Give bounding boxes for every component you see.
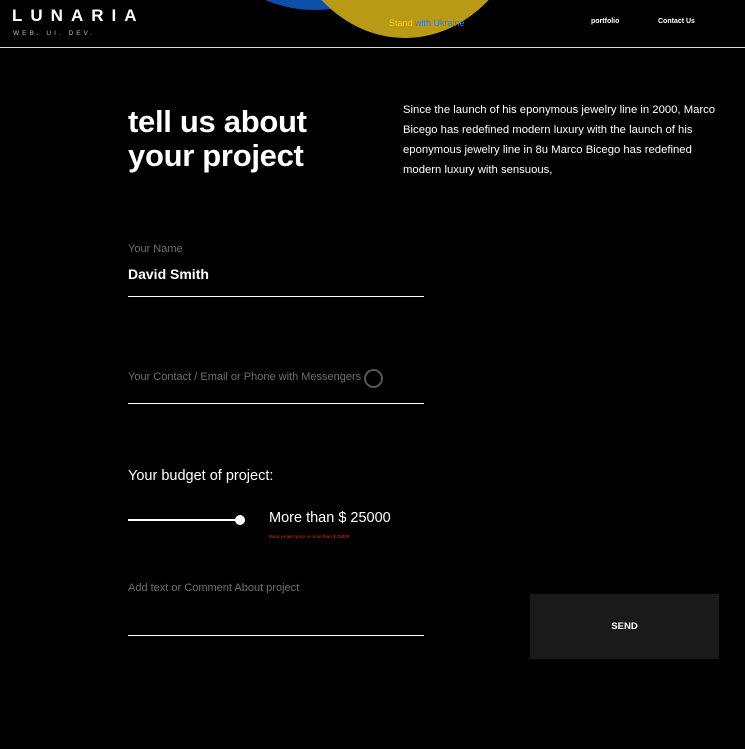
budget-slider-track[interactable] bbox=[128, 519, 240, 521]
budget-note: Basic project price is more than $ 25000 bbox=[269, 534, 350, 539]
site-header: LUNARIA WEB. UI. DEV. Stand with Ukraine… bbox=[0, 0, 745, 48]
nav-portfolio-link[interactable]: portfolio bbox=[591, 18, 619, 25]
contact-input[interactable]: Your Contact / Email or Phone with Messe… bbox=[128, 371, 361, 383]
comment-input-underline bbox=[128, 635, 424, 636]
budget-slider-thumb[interactable] bbox=[235, 515, 245, 525]
title-line-2: your project bbox=[128, 138, 304, 173]
nav-contact-link[interactable]: Contact Us bbox=[658, 18, 695, 25]
intro-paragraph: Since the launch of his eponymous jewelr… bbox=[403, 104, 716, 176]
budget-value: More than $ 25000 bbox=[269, 510, 391, 526]
banner-stand-text: Stand bbox=[389, 18, 413, 28]
comment-input[interactable]: Add text or Comment About project bbox=[128, 582, 299, 594]
budget-label: Your budget of project: bbox=[128, 468, 274, 484]
title-line-1: tell us about bbox=[128, 104, 307, 139]
site-logo[interactable]: LUNARIA bbox=[12, 6, 145, 26]
logo-tagline: WEB. UI. DEV. bbox=[13, 30, 96, 37]
page-title: tell us about your project bbox=[128, 105, 368, 173]
banner-with-ukraine-text: with Ukraine bbox=[412, 18, 465, 28]
name-field-label: Your Name bbox=[128, 243, 183, 255]
stand-with-ukraine-banner[interactable]: Stand with Ukraine bbox=[389, 18, 465, 28]
name-input[interactable]: David Smith bbox=[128, 266, 209, 282]
name-input-underline bbox=[128, 296, 424, 297]
send-button[interactable]: SEND bbox=[530, 594, 719, 659]
cursor-ring-icon bbox=[364, 369, 383, 388]
contact-input-underline bbox=[128, 403, 424, 404]
